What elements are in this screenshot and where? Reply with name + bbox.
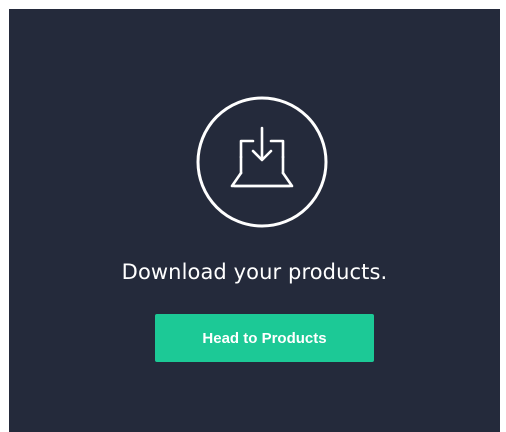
download-laptop-icon	[195, 95, 329, 229]
head-to-products-button[interactable]: Head to Products	[155, 314, 374, 362]
download-message: Download your products.	[121, 260, 388, 284]
download-card: Download your products. Head to Products	[9, 9, 500, 432]
